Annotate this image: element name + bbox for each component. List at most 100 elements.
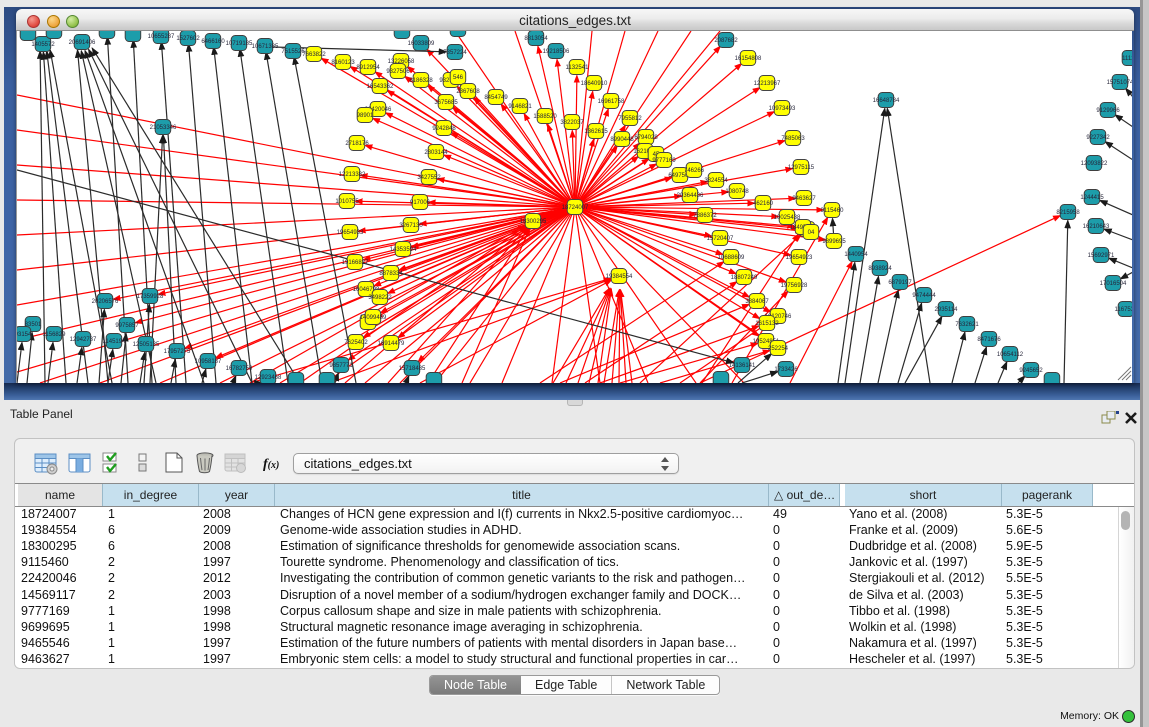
- svg-text:1362615: 1362615: [584, 129, 608, 135]
- svg-text:16914479: 16914479: [378, 341, 405, 347]
- svg-text:10654112: 10654112: [997, 352, 1024, 358]
- svg-text:7485063: 7485063: [781, 136, 805, 142]
- svg-text:917006: 917006: [410, 200, 431, 206]
- svg-text:9115460: 9115460: [821, 208, 845, 214]
- svg-text:10671385: 10671385: [252, 44, 279, 50]
- svg-text:16782759: 16782759: [226, 366, 253, 372]
- svg-text:17957275: 17957275: [164, 349, 191, 355]
- svg-text:3267130: 3267130: [399, 223, 423, 229]
- svg-text:20364436: 20364436: [677, 193, 704, 199]
- svg-text:9975857: 9975857: [115, 323, 139, 329]
- svg-text:18300295: 18300295: [520, 219, 547, 225]
- svg-text:8454749: 8454749: [484, 95, 508, 101]
- svg-text:10719185: 10719185: [226, 41, 253, 47]
- svg-text:19654933: 19654933: [337, 230, 364, 236]
- svg-text:3822037: 3822037: [560, 120, 584, 126]
- svg-text:9146821: 9146821: [508, 104, 532, 110]
- svg-text:14136141: 14136141: [729, 363, 756, 369]
- svg-text:1080748: 1080748: [725, 189, 749, 195]
- svg-text:7886372: 7886372: [693, 213, 717, 219]
- svg-text:1145194: 1145194: [103, 339, 127, 345]
- svg-text:20206576: 20206576: [92, 299, 119, 305]
- svg-text:93154: 93154: [17, 332, 32, 338]
- svg-text:1167533: 1167533: [1115, 307, 1132, 313]
- svg-text:8813054: 8813054: [524, 36, 548, 42]
- svg-text:12923468: 12923468: [255, 375, 282, 381]
- svg-text:9327506: 9327506: [386, 69, 410, 75]
- svg-text:16033809: 16033809: [408, 41, 435, 47]
- svg-text:12975115: 12975115: [788, 165, 815, 171]
- svg-text:19654923: 19654923: [786, 255, 813, 261]
- svg-text:10958187: 10958187: [195, 359, 222, 365]
- svg-text:8938924: 8938924: [868, 266, 892, 272]
- svg-text:2087682: 2087682: [714, 38, 738, 44]
- svg-text:15751074: 15751074: [1107, 80, 1132, 86]
- svg-text:10973493: 10973493: [769, 106, 796, 112]
- svg-text:15692971: 15692971: [1088, 253, 1115, 259]
- svg-text:9777169: 9777169: [652, 158, 676, 164]
- svg-text:2367608: 2367608: [456, 89, 480, 95]
- svg-text:1440954: 1440954: [844, 252, 868, 258]
- svg-text:1132541: 1132541: [566, 65, 590, 71]
- svg-text:10655287: 10655287: [148, 34, 175, 40]
- svg-text:6794028: 6794028: [634, 135, 658, 141]
- svg-text:11125: 11125: [1122, 56, 1132, 62]
- svg-text:1244415: 1244415: [1080, 195, 1104, 201]
- svg-text:1405572: 1405572: [31, 42, 55, 48]
- svg-text:15718485: 15718485: [399, 366, 426, 372]
- svg-text:9242848: 9242848: [432, 126, 456, 132]
- svg-text:3824554: 3824554: [704, 178, 728, 184]
- svg-text:f(x): f(x): [263, 457, 279, 472]
- svg-text:3498222: 3498222: [368, 295, 392, 301]
- svg-text:18807249: 18807249: [731, 275, 758, 281]
- svg-text:462160: 462160: [753, 201, 774, 207]
- svg-text:21053346: 21053346: [150, 125, 177, 131]
- svg-text:1527602: 1527602: [176, 36, 200, 42]
- svg-text:12213967: 12213967: [754, 81, 781, 87]
- svg-text:1156829: 1156829: [43, 332, 67, 338]
- svg-text:19166827: 19166827: [342, 260, 369, 266]
- svg-text:19218506: 19218506: [543, 49, 570, 55]
- svg-text:1733426: 1733426: [774, 367, 798, 373]
- svg-text:7663822: 7663822: [302, 52, 326, 58]
- svg-text:546: 546: [453, 75, 464, 81]
- svg-text:15720407: 15720407: [707, 236, 734, 242]
- svg-text:9899695: 9899695: [822, 239, 846, 245]
- svg-text:20691406: 20691406: [69, 40, 96, 46]
- svg-text:7357224: 7357224: [443, 50, 467, 56]
- svg-text:252254: 252254: [768, 346, 789, 352]
- svg-text:6466160: 6466160: [201, 39, 225, 45]
- svg-text:2718176: 2718176: [345, 141, 369, 147]
- svg-text:14099489: 14099489: [360, 315, 387, 321]
- svg-text:2935114: 2935114: [935, 307, 959, 313]
- svg-text:2803144: 2803144: [424, 150, 448, 156]
- svg-text:3675685: 3675685: [434, 100, 458, 106]
- svg-text:16648784: 16648784: [873, 98, 900, 104]
- svg-text:1010755: 1010755: [335, 199, 359, 205]
- svg-text:17016504: 17016504: [1100, 281, 1127, 287]
- svg-text:7625402: 7625402: [344, 340, 368, 346]
- svg-text:9245652: 9245652: [1019, 368, 1043, 374]
- svg-text:17359928: 17359928: [137, 294, 164, 300]
- svg-text:19384554: 19384554: [606, 274, 633, 280]
- svg-text:12213382: 12213382: [339, 172, 366, 178]
- svg-text:746266: 746266: [684, 168, 705, 174]
- svg-text:8912954: 8912954: [356, 65, 380, 71]
- svg-text:04: 04: [808, 230, 815, 236]
- svg-text:9474444: 9474444: [912, 293, 936, 299]
- svg-text:9227342: 9227342: [1086, 135, 1110, 141]
- svg-text:12505135: 12505135: [133, 342, 160, 348]
- svg-text:14353594: 14353594: [390, 247, 417, 253]
- svg-text:16210643: 16210643: [1083, 224, 1110, 230]
- svg-text:3427552: 3427552: [417, 175, 441, 181]
- svg-text:12942737: 12942737: [70, 337, 97, 343]
- svg-text:8990448: 8990448: [610, 137, 634, 143]
- svg-text:16961758: 16961758: [598, 99, 625, 105]
- svg-text:7955812: 7955812: [618, 116, 642, 122]
- svg-text:9129966: 9129966: [1096, 108, 1120, 114]
- svg-text:10688609: 10688609: [718, 255, 745, 261]
- svg-text:16543362: 16543362: [367, 84, 394, 90]
- svg-text:9463627: 9463627: [792, 196, 816, 202]
- svg-text:8215958: 8215958: [1056, 210, 1080, 216]
- svg-text:1615132: 1615132: [755, 321, 779, 327]
